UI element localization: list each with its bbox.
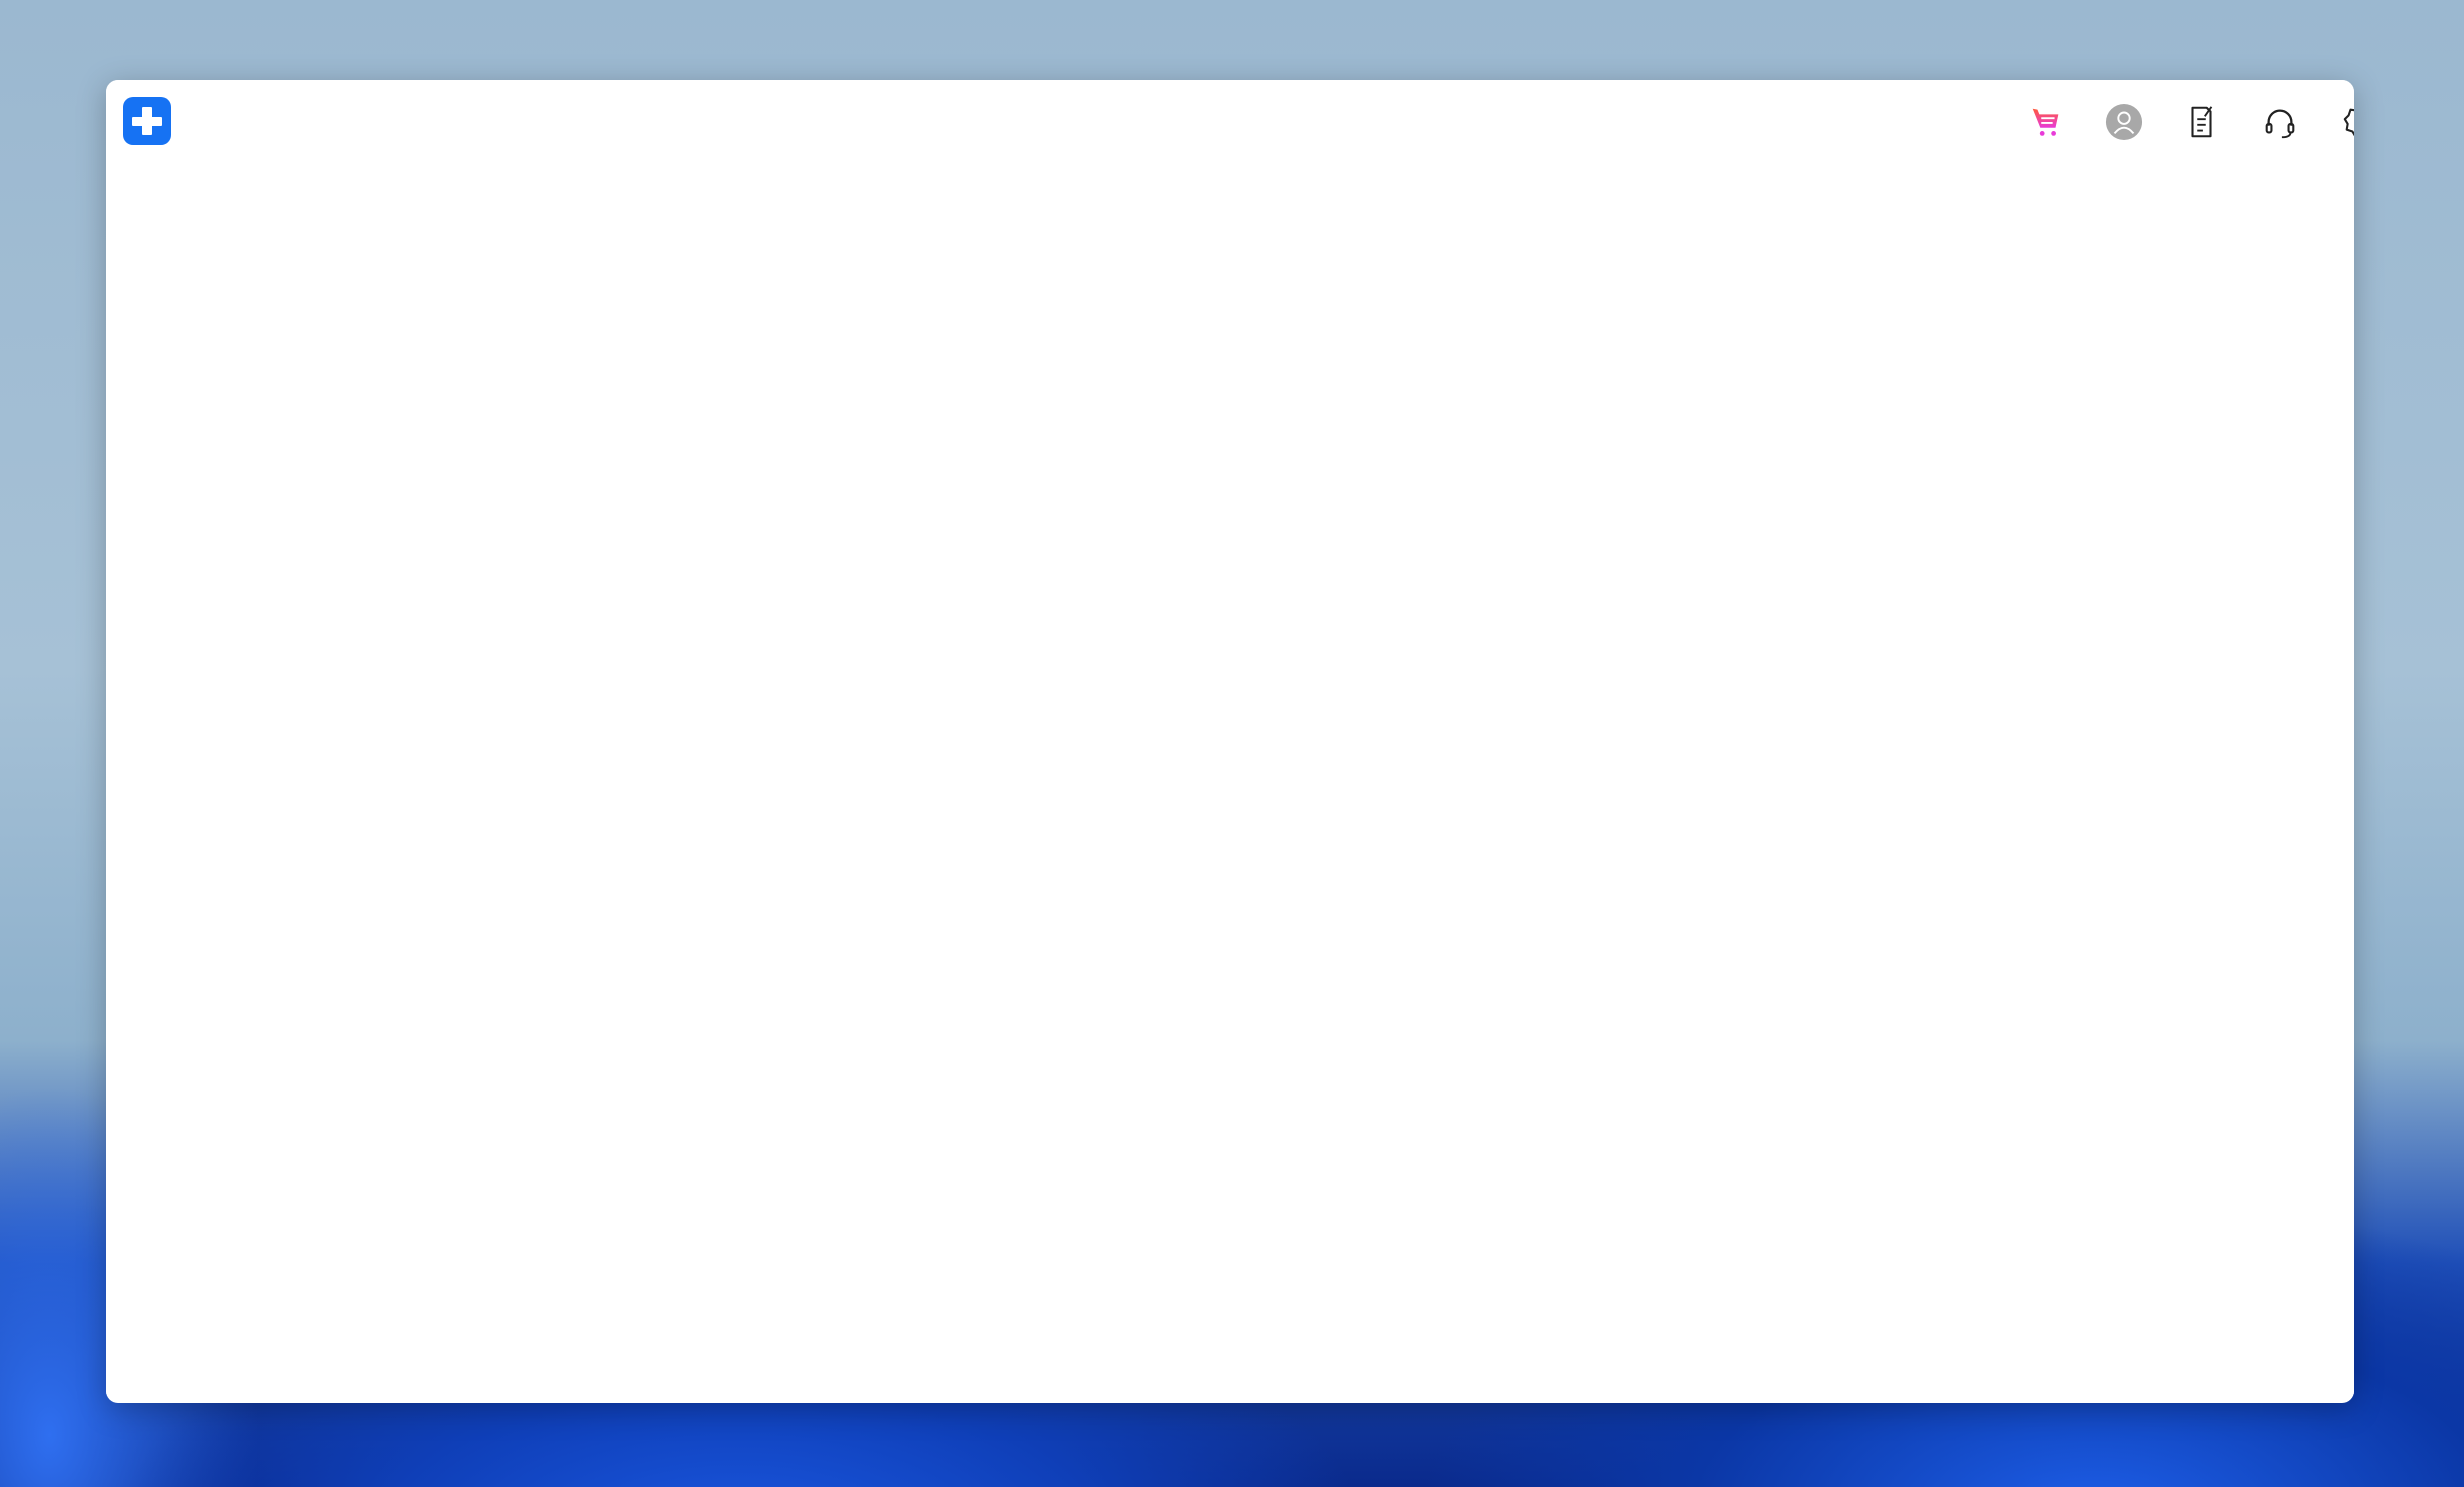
support-headset-icon[interactable] xyxy=(2257,99,2303,145)
drfone-logo-icon xyxy=(123,97,171,145)
settings-gear-icon[interactable] xyxy=(2337,99,2354,145)
app-window xyxy=(106,80,2354,1403)
title-bar xyxy=(106,80,2354,164)
feedback-icon[interactable] xyxy=(2179,99,2224,145)
user-avatar-icon[interactable] xyxy=(2101,99,2147,145)
cart-icon[interactable] xyxy=(2024,99,2069,145)
